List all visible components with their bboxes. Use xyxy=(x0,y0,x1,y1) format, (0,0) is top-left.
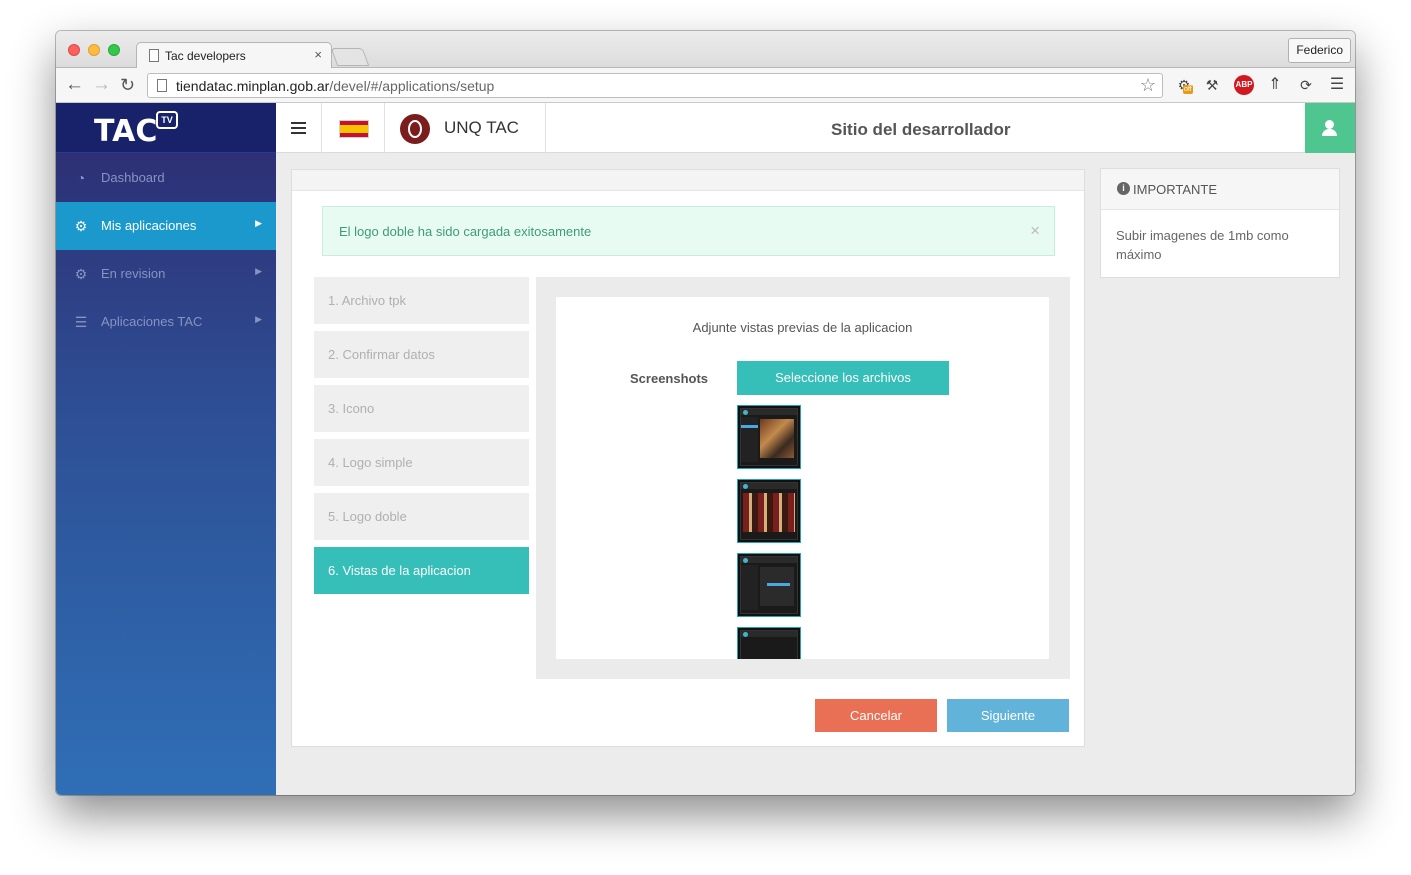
info-text: Subir imagenes de 1mb como máximo xyxy=(1116,228,1289,262)
sidebar: TAC TV ◔ Dashboard ⚙ Mis aplicaciones ▶ … xyxy=(56,103,276,795)
info-icon: i xyxy=(1117,182,1130,195)
sidebar-item-label: En revision xyxy=(101,266,166,281)
step-label: 1. Archivo tpk xyxy=(328,293,407,308)
step-logo-doble[interactable]: 5. Logo doble xyxy=(314,493,529,540)
cancel-button[interactable]: Cancelar xyxy=(815,699,937,732)
step-logo-simple[interactable]: 4. Logo simple xyxy=(314,439,529,486)
adblock-icon[interactable]: ABP xyxy=(1234,75,1254,95)
step-label: 3. Icono xyxy=(328,401,375,416)
menu-toggle-button[interactable] xyxy=(276,103,322,153)
user-icon xyxy=(1325,120,1334,129)
hamburger-icon xyxy=(291,122,306,137)
forward-icon[interactable]: → xyxy=(92,74,111,96)
chevron-right-icon: ▶ xyxy=(255,218,262,228)
step-label: 4. Logo simple xyxy=(328,455,413,470)
url-path: /devel/#/applications/setup xyxy=(329,78,495,94)
gears-icon: ⚙ xyxy=(74,218,88,234)
browser-toolbar: ← → ↻ tiendatac.minplan.gob.ar/devel/#/a… xyxy=(56,68,1355,103)
address-bar[interactable]: tiendatac.minplan.gob.ar/devel/#/applica… xyxy=(147,73,1163,98)
close-window-button[interactable] xyxy=(68,44,80,56)
step-content-panel: Adjunte vistas previas de la aplicacion … xyxy=(536,277,1070,679)
step-label: 2. Confirmar datos xyxy=(328,347,435,362)
step-label: 5. Logo doble xyxy=(328,509,407,524)
sidebar-item-label: Mis aplicaciones xyxy=(101,218,197,233)
browser-tab[interactable]: Tac developers × xyxy=(136,42,332,69)
logo-tv-badge: TV xyxy=(156,111,178,129)
step-confirmar-datos[interactable]: 2. Confirmar datos xyxy=(314,331,529,378)
sidebar-item-aplicaciones-tac[interactable]: ☰ Aplicaciones TAC ▶ xyxy=(56,298,276,346)
top-bar: UNQ TAC Sitio del desarrollador xyxy=(276,103,1355,153)
bookmark-star-icon[interactable]: ☆ xyxy=(1140,75,1156,96)
extension-sync-icon[interactable]: ⟳ xyxy=(1296,75,1316,95)
organization-name: UNQ TAC xyxy=(444,118,519,137)
browser-menu-icon[interactable]: ☰ xyxy=(1327,75,1347,95)
screenshot-image xyxy=(740,408,798,466)
extension-badge: off xyxy=(1183,85,1193,94)
user-icon-body xyxy=(1322,129,1337,136)
screenshot-image xyxy=(740,556,798,614)
tab-bar: Tac developers × Federico xyxy=(56,31,1355,69)
page-title: Sitio del desarrollador xyxy=(831,120,1011,139)
screenshot-image xyxy=(740,630,798,659)
sidebar-item-label: Aplicaciones TAC xyxy=(101,314,203,329)
card-header xyxy=(292,170,1084,191)
step-archivo-tpk[interactable]: 1. Archivo tpk xyxy=(314,277,529,324)
screenshot-thumbnail[interactable] xyxy=(737,405,801,469)
profile-button[interactable]: Federico xyxy=(1288,38,1351,63)
server-icon: ☰ xyxy=(74,314,88,330)
tab-title: Tac developers xyxy=(165,49,246,63)
sidebar-item-dashboard[interactable]: ◔ Dashboard xyxy=(56,154,276,202)
info-title: IMPORTANTE xyxy=(1133,182,1218,197)
content-title: Adjunte vistas previas de la aplicacion xyxy=(692,320,913,335)
document-icon xyxy=(149,49,159,62)
step-vistas-de-la-aplicacion[interactable]: 6. Vistas de la aplicacion xyxy=(314,547,529,594)
back-icon[interactable]: ← xyxy=(65,74,84,96)
step-content: Adjunte vistas previas de la aplicacion … xyxy=(556,297,1049,659)
dashboard-icon: ◔ xyxy=(76,170,86,186)
new-tab-button[interactable] xyxy=(330,48,370,66)
setup-card: El logo doble ha sido cargada exitosamen… xyxy=(291,169,1085,747)
screenshots-label: Screenshots xyxy=(630,371,709,386)
language-selector[interactable] xyxy=(322,103,385,153)
tac-tv-logo[interactable]: TAC TV xyxy=(56,103,276,153)
url-text: tiendatac.minplan.gob.ar/devel/#/applica… xyxy=(176,78,494,94)
screenshot-thumbnail[interactable] xyxy=(737,479,801,543)
success-alert: El logo doble ha sido cargada exitosamen… xyxy=(322,206,1055,256)
screenshot-image xyxy=(740,482,798,540)
close-tab-icon[interactable]: × xyxy=(314,47,322,62)
organization-selector[interactable]: UNQ TAC xyxy=(385,103,546,153)
info-header: i IMPORTANTE xyxy=(1101,169,1339,210)
minimize-window-button[interactable] xyxy=(88,44,100,56)
step-icono[interactable]: 3. Icono xyxy=(314,385,529,432)
alert-message: El logo doble ha sido cargada exitosamen… xyxy=(339,224,592,239)
step-label: 6. Vistas de la aplicacion xyxy=(328,563,471,578)
spain-flag-icon xyxy=(339,120,369,138)
chevron-right-icon: ▶ xyxy=(255,266,262,276)
sidebar-item-en-revision[interactable]: ⚙ En revision ▶ xyxy=(56,250,276,298)
page-icon xyxy=(157,79,167,92)
sidebar-item-label: Dashboard xyxy=(101,170,165,185)
next-button[interactable]: Siguiente xyxy=(947,699,1069,732)
url-host: tiendatac.minplan.gob.ar xyxy=(176,78,330,94)
screenshot-thumbnail[interactable] xyxy=(737,553,801,617)
user-menu-button[interactable] xyxy=(1305,103,1355,153)
gears-icon: ⚙ xyxy=(74,266,88,282)
important-panel: i IMPORTANTE Subir imagenes de 1mb como … xyxy=(1100,168,1340,278)
app: TAC TV ◔ Dashboard ⚙ Mis aplicaciones ▶ … xyxy=(56,103,1355,795)
reload-icon[interactable]: ↻ xyxy=(120,74,135,96)
screenshot-thumbnail[interactable] xyxy=(737,627,801,659)
logo-text: TAC xyxy=(94,114,158,149)
sidebar-item-mis-aplicaciones[interactable]: ⚙ Mis aplicaciones ▶ xyxy=(56,202,276,250)
extension-gear-icon[interactable]: ⚙off xyxy=(1174,75,1194,95)
unq-logo xyxy=(400,114,430,144)
browser-window: Tac developers × Federico ← → ↻ tiendata… xyxy=(56,31,1355,795)
close-icon[interactable]: × xyxy=(1030,221,1040,241)
select-files-button[interactable]: Seleccione los archivos xyxy=(737,361,949,395)
chevron-right-icon: ▶ xyxy=(255,314,262,324)
zoom-window-button[interactable] xyxy=(108,44,120,56)
extension-signal-icon[interactable]: ⇑ xyxy=(1265,75,1285,95)
extension-tools-icon[interactable]: ⚒ xyxy=(1202,75,1222,95)
